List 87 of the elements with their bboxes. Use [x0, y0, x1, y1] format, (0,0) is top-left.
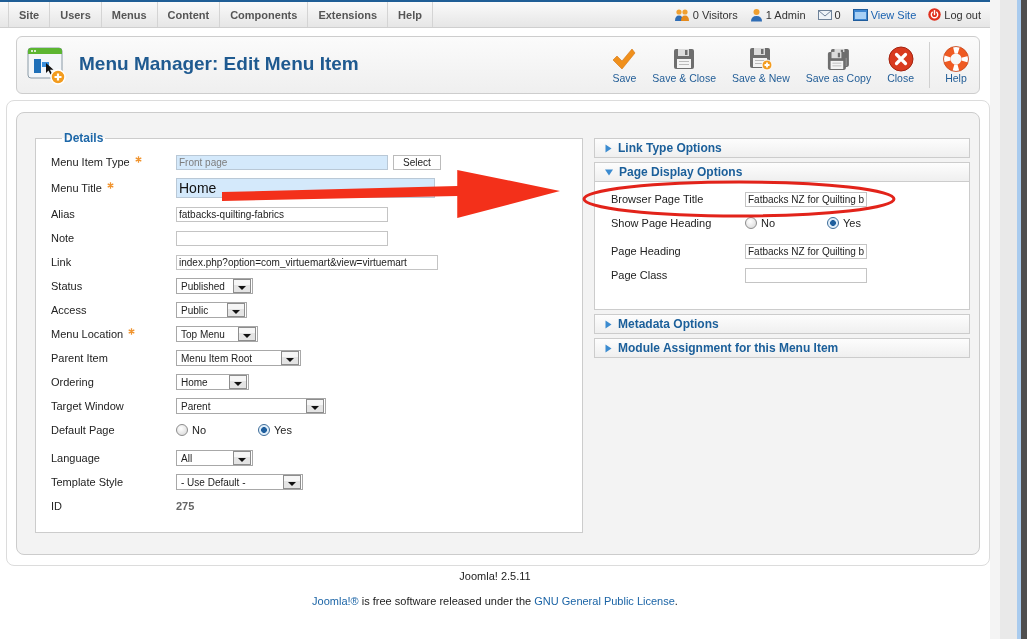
visitor-count: 0 Visitors — [692, 8, 738, 21]
field-label: Default Page — [51, 424, 115, 436]
version-text: Joomla! 2.5.11 — [458, 569, 532, 583]
field-label: Page Heading — [611, 245, 681, 257]
dropdown-field[interactable]: Menu Item Root — [176, 350, 301, 366]
menu-item[interactable]: Help — [388, 2, 433, 27]
field-label: Browser Page Title — [611, 193, 704, 205]
text-field[interactable]: Fatbacks NZ for Quilting b — [745, 191, 867, 207]
lifebuoy-icon — [943, 46, 969, 72]
radio-label[interactable]: No — [761, 217, 776, 229]
caret-right-icon — [605, 143, 612, 153]
panel-header[interactable]: Module Assignment for this Menu Item — [594, 338, 970, 358]
power-icon — [928, 8, 942, 21]
menu-item[interactable]: Content — [157, 2, 221, 27]
field-label: Note — [51, 232, 75, 244]
admin-count: 1 Admin — [765, 8, 806, 21]
window-plus-icon — [26, 45, 66, 85]
caret-down-icon — [605, 168, 613, 176]
field-label: Parent Item — [51, 352, 108, 364]
radio-button[interactable] — [176, 424, 188, 436]
menu-item[interactable]: Menus — [101, 2, 158, 27]
field-label: Access — [51, 304, 87, 316]
dropdown-field[interactable]: All — [176, 450, 253, 466]
save-close-button[interactable]: Save & Close — [645, 43, 723, 87]
menu-item[interactable]: Extensions — [308, 2, 389, 27]
floppy-disk-plus-icon — [748, 47, 773, 71]
field-label: Menu Item Type — [51, 156, 130, 168]
text-field[interactable]: Fatbacks NZ for Quilting b — [745, 243, 867, 259]
save-button[interactable]: Save — [605, 43, 644, 87]
caret-right-icon — [605, 319, 612, 329]
close-button[interactable]: Close — [880, 43, 921, 87]
panel-header[interactable]: Metadata Options — [594, 314, 970, 334]
radio-button[interactable] — [827, 217, 839, 229]
menu-item[interactable]: Site — [9, 2, 51, 27]
radio-button[interactable] — [258, 424, 270, 436]
radio-label[interactable]: Yes — [274, 424, 292, 436]
save-new-button[interactable]: Save & New — [725, 43, 797, 87]
field-label: Target Window — [51, 400, 124, 412]
dropdown-field[interactable]: Parent — [176, 398, 326, 414]
page-title: Menu Manager: Edit Menu Item — [79, 52, 359, 75]
dropdown-field[interactable]: Public — [176, 302, 247, 318]
floppy-disks-icon — [826, 47, 850, 71]
footer-link[interactable]: GNU General Public License — [534, 595, 675, 607]
radio-label[interactable]: Yes — [843, 217, 861, 229]
message-count: 0 — [834, 8, 841, 21]
caret-right-icon — [605, 343, 612, 353]
field-label: Ordering — [51, 376, 94, 388]
person-icon — [749, 7, 763, 22]
people-icon — [673, 7, 690, 22]
dropdown-field[interactable]: Home — [176, 374, 249, 390]
fieldset-legend: Details — [62, 131, 106, 146]
checkmark-icon — [612, 48, 637, 70]
field-label: ID — [51, 500, 62, 512]
menu-item[interactable]: Users — [50, 2, 102, 27]
field-label: Page Class — [611, 269, 668, 281]
field-label: Template Style — [51, 476, 124, 488]
radio-button[interactable] — [745, 217, 757, 229]
footer-link[interactable]: Joomla!® — [312, 595, 359, 607]
dropdown-field[interactable]: - Use Default - — [176, 474, 303, 490]
text-field[interactable] — [176, 230, 388, 246]
dropdown-field[interactable]: Top Menu — [176, 326, 258, 342]
help-button[interactable]: Help — [936, 43, 976, 87]
readonly-text-field[interactable]: Front page — [176, 154, 388, 170]
field-label: Menu Title — [51, 182, 102, 194]
field-label: Alias — [51, 208, 75, 220]
text-field[interactable] — [745, 267, 867, 283]
select-button[interactable]: Select — [393, 154, 441, 170]
text-field[interactable]: fatbacks-quilting-fabrics — [176, 206, 388, 222]
view-site-link[interactable]: View Site — [870, 8, 917, 21]
dropdown-field[interactable]: Published — [176, 278, 253, 294]
close-icon — [887, 46, 914, 72]
text-field[interactable]: index.php?option=com_virtuemart&view=virtuemart — [176, 254, 438, 270]
license-notice: Joomla!® is free software released under the GNU General Public License. — [311, 594, 679, 608]
menu-item[interactable]: Components — [220, 2, 309, 27]
field-label: Status — [51, 280, 83, 292]
panel-header[interactable]: Link Type Options — [594, 138, 970, 158]
field-label: Language — [51, 452, 100, 464]
logout-link[interactable]: Log out — [944, 8, 981, 21]
field-label: Link — [51, 256, 72, 268]
field-label: Show Page Heading — [611, 217, 712, 229]
radio-label[interactable]: No — [192, 424, 207, 436]
field-label: Menu Location — [51, 328, 124, 340]
panel-header[interactable]: Page Display Options — [594, 162, 970, 182]
envelope-icon — [817, 8, 832, 21]
save-copy-button[interactable]: Save as Copy — [798, 43, 879, 87]
id-value: 275 — [176, 500, 195, 512]
window-icon — [852, 8, 868, 21]
